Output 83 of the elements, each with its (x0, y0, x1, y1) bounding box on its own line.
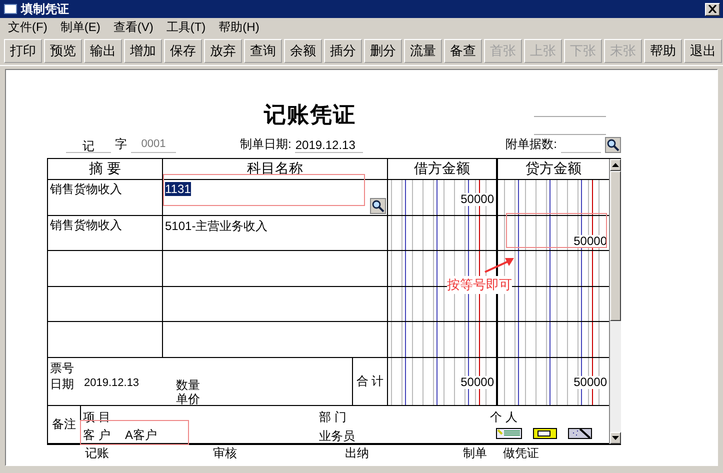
price-label: 单价 (176, 391, 200, 408)
voucher-title: 记账凭证 (264, 101, 356, 129)
signature-label: 制单 (463, 444, 488, 462)
salesperson-label: 业务员 (319, 428, 355, 444)
credit-total: 50000 (574, 376, 607, 388)
type-suffix: 字 (115, 136, 127, 153)
toolbar-button[interactable]: 备查 (444, 39, 482, 63)
menu-item[interactable]: 工具(T) (162, 19, 215, 36)
toolbar-button[interactable]: 流量 (404, 39, 442, 63)
column-header: 摘 要 (48, 159, 163, 180)
scrollbar[interactable] (609, 159, 621, 444)
date-label: 制单日期: (240, 136, 292, 153)
window-title: 填制凭证 (21, 0, 70, 18)
toolbar-button[interactable]: 插分 (324, 39, 362, 63)
account-cell[interactable]: 1131 (163, 180, 388, 216)
account-cell[interactable] (163, 286, 388, 322)
search-icon[interactable] (370, 198, 386, 214)
attachments-label: 附单据数: (506, 136, 557, 153)
column-header: 借方金额 (388, 159, 498, 180)
signature-label: 审核 (213, 444, 238, 462)
annotation-arrow (484, 258, 514, 273)
account-cell[interactable] (163, 322, 388, 358)
close-button[interactable] (705, 2, 720, 16)
signature-label: 出纳 (345, 444, 370, 462)
remarks-label: 备注 (48, 406, 81, 442)
date-field[interactable]: 2019.12.13 (295, 138, 364, 153)
voucher-type[interactable]: 记 (66, 138, 111, 153)
date-label: 日期 (50, 376, 74, 392)
note-icon[interactable] (496, 428, 522, 438)
voucher-number[interactable]: 0001 (131, 138, 176, 153)
search-icon[interactable] (605, 137, 621, 153)
scroll-down-icon[interactable] (610, 432, 621, 444)
quantity-label: 数量 (176, 376, 200, 393)
debit-cell[interactable]: 50000 (388, 180, 498, 216)
summary-cell[interactable]: 销售货物收入 (48, 180, 163, 216)
toolbar-button[interactable]: 余额 (284, 39, 322, 63)
menu-item[interactable]: 帮助(H) (214, 19, 268, 36)
account-cell[interactable] (163, 251, 388, 286)
department-label: 部 门 (319, 408, 346, 426)
customer-value: A客户 (125, 426, 158, 444)
toolbar-button[interactable]: 放弃 (204, 39, 242, 63)
scrollbar-thumb[interactable] (610, 171, 621, 321)
ticket-label: 票号 (50, 360, 74, 376)
customer-label: 客 户 (83, 426, 110, 444)
close-icon[interactable] (708, 5, 717, 13)
credit-cell[interactable]: 50000 (498, 216, 609, 251)
wand-icon[interactable] (568, 428, 592, 438)
toolbar-button[interactable]: 预览 (44, 39, 82, 63)
toolbar-button[interactable]: 输出 (84, 39, 122, 63)
toolbar-button[interactable]: 删分 (364, 39, 402, 63)
debit-amount: 50000 (460, 193, 494, 206)
card-icon[interactable] (533, 428, 557, 438)
menu-item[interactable]: 查看(V) (109, 19, 162, 36)
credit-cell[interactable] (498, 322, 609, 358)
account-text[interactable]: 1131 (165, 182, 191, 196)
toolbar-button[interactable]: 保存 (164, 39, 202, 63)
toolbar-button[interactable]: 打印 (4, 39, 42, 63)
credit-amount: 50000 (574, 234, 607, 248)
person-label: 个 人 (490, 408, 518, 426)
summary-cell[interactable]: 销售货物收入 (48, 216, 163, 251)
debit-cell[interactable] (388, 216, 498, 251)
summary-cell[interactable] (48, 251, 163, 286)
debit-cell[interactable] (388, 322, 498, 358)
signature-label: 记账 (85, 444, 110, 462)
annotation-tooltip: 按等号即可 (447, 276, 512, 294)
debit-total: 50000 (460, 376, 494, 388)
credit-cell[interactable] (498, 180, 609, 216)
total-label: 合 计 (355, 372, 385, 390)
toolbar-button[interactable]: 查询 (244, 39, 282, 63)
account-text[interactable]: 5101-主营业务收入 (165, 218, 268, 234)
signature-label: 做凭证 (503, 444, 540, 462)
menu-item[interactable]: 制单(E) (56, 19, 110, 36)
toolbar-button[interactable]: 增加 (124, 39, 162, 63)
menu-item[interactable]: 文件(F) (4, 19, 56, 36)
summary-cell[interactable] (48, 322, 163, 358)
account-cell[interactable]: 5101-主营业务收入 (163, 216, 388, 251)
column-header: 科目名称 (163, 159, 388, 180)
toolbar-button[interactable]: 退出 (684, 39, 722, 63)
scroll-up-icon[interactable] (610, 159, 621, 171)
summary-cell[interactable] (48, 286, 163, 322)
date-value: 2019.12.13 (84, 376, 140, 388)
window-icon (4, 4, 17, 14)
toolbar-button[interactable]: 帮助 (644, 39, 682, 63)
